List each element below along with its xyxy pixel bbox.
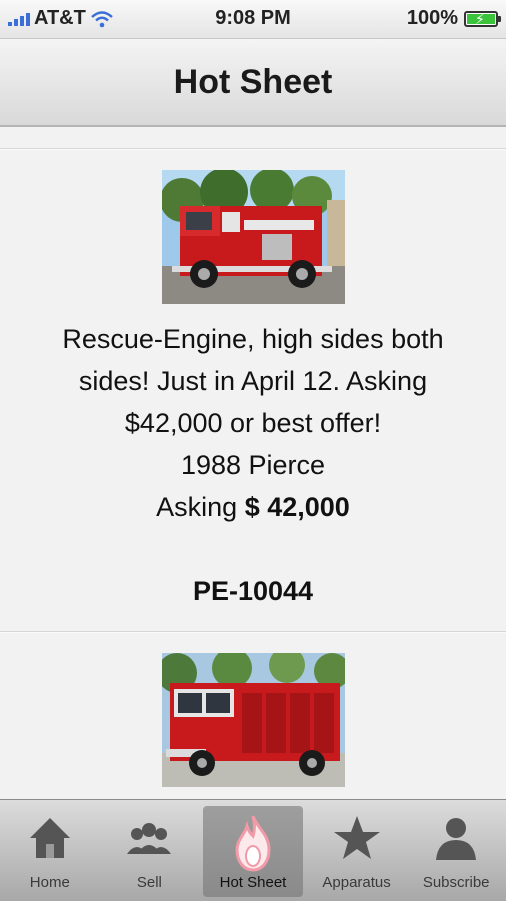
tab-home[interactable]: Home: [0, 800, 100, 901]
listing-price: $ 42,000: [244, 492, 350, 522]
tab-subscribe[interactable]: Subscribe: [406, 800, 506, 901]
tab-label: Apparatus: [322, 874, 391, 891]
star-icon: [333, 816, 380, 859]
tab-sell[interactable]: Sell: [100, 800, 200, 901]
tab-label: Subscribe: [422, 874, 490, 891]
person-icon: [436, 818, 477, 860]
listing-price-line: Asking $ 42,000: [0, 486, 506, 528]
page-title: Hot Sheet: [173, 63, 333, 101]
list-item[interactable]: [0, 633, 506, 787]
fire-truck-photo[interactable]: [161, 653, 345, 787]
tab-bar: Home Sell Hot Sheet Apparatus Subscribe: [0, 799, 506, 901]
fire-truck-photo[interactable]: [161, 170, 345, 304]
battery-percent: 100%: [406, 7, 458, 29]
status-bar: AT&T 9:08 PM 100% ⚡: [0, 0, 506, 39]
tab-label: Sell: [136, 874, 162, 891]
listing-description: Rescue-Engine, high sides both sides! Ju…: [62, 324, 444, 438]
nav-header: Hot Sheet: [0, 39, 506, 127]
list-item[interactable]: Rescue-Engine, high sides both sides! Ju…: [0, 150, 506, 631]
home-icon: [29, 818, 70, 858]
listing-model: 1988 Pierce: [180, 450, 326, 480]
people-icon: [127, 823, 172, 854]
tab-hot-sheet[interactable]: Hot Sheet: [203, 806, 303, 897]
battery-group: 100% ⚡: [406, 7, 501, 30]
asking-label: Asking: [156, 492, 238, 522]
tab-label: Home: [29, 874, 70, 891]
hot-sheet-list[interactable]: Rescue-Engine, high sides both sides! Ju…: [0, 127, 506, 799]
listing-stock-number: PE-10044: [192, 576, 314, 606]
tab-label: Hot Sheet: [219, 874, 287, 891]
flame-icon: [235, 815, 271, 872]
battery-icon: ⚡: [464, 10, 501, 27]
tab-apparatus[interactable]: Apparatus: [307, 800, 407, 901]
